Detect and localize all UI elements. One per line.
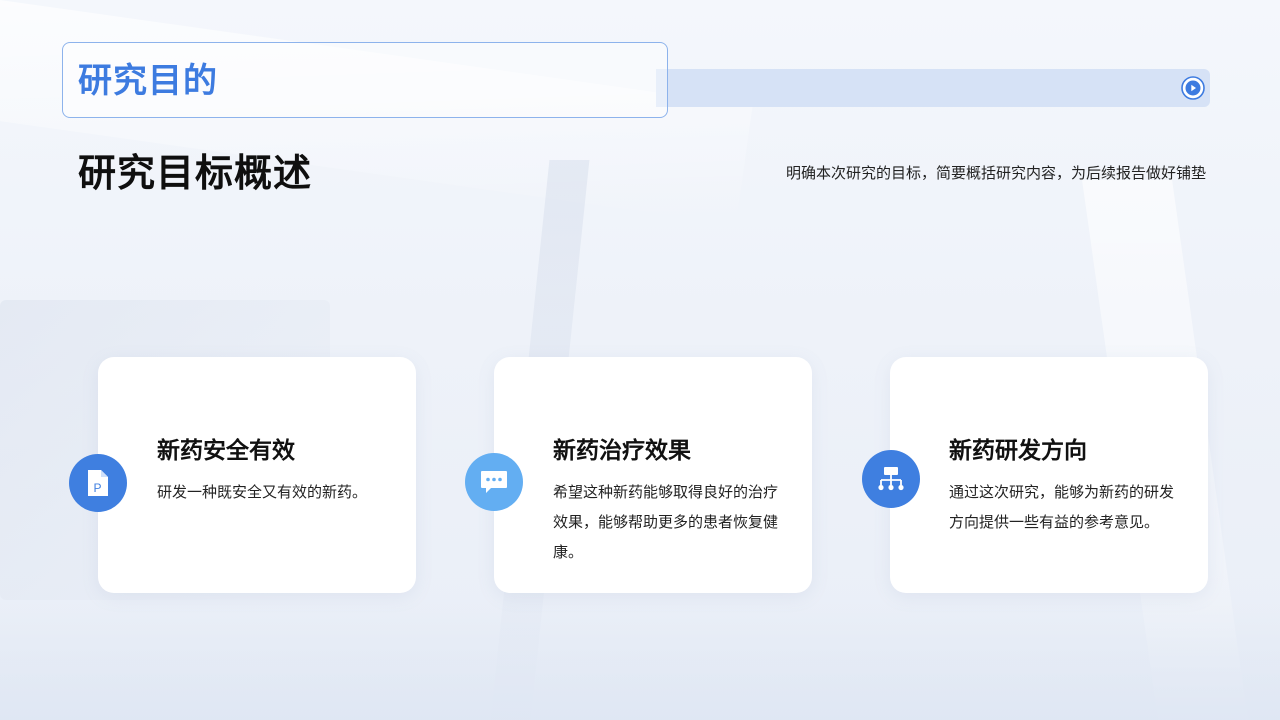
hierarchy-icon xyxy=(862,450,920,508)
objective-card-direction: 新药研发方向 通过这次研究，能够为新药的研发方向提供一些有益的参考意见。 xyxy=(890,357,1208,593)
objective-card-safety: 新药安全有效 研发一种既安全又有效的新药。 xyxy=(98,357,416,593)
card-title: 新药治疗效果 xyxy=(553,438,691,464)
play-circle-icon[interactable] xyxy=(1181,76,1205,100)
svg-text:P: P xyxy=(94,481,102,495)
card-description: 研发一种既安全又有效的新药。 xyxy=(157,483,368,501)
card-title: 新药研发方向 xyxy=(949,438,1087,464)
document-p-icon: P xyxy=(69,454,127,512)
chat-bubble-icon xyxy=(465,453,523,511)
summary-text: 明确本次研究的目标，简要概括研究内容，为后续报告做好铺垫 xyxy=(785,164,1206,182)
section-title: 研究目的 xyxy=(78,61,218,101)
page-heading: 研究目标概述 xyxy=(78,151,313,195)
background-floor xyxy=(0,600,1280,720)
card-description: 通过这次研究，能够为新药的研发方向提供一些有益的参考意见。 xyxy=(949,483,1175,531)
title-accent-bar xyxy=(656,69,1210,107)
card-description: 希望这种新药能够取得良好的治疗效果，能够帮助更多的患者恢复健康。 xyxy=(553,483,779,561)
slide: 研究目的 研究目标概述 明确本次研究的目标，简要概括研究内容，为后续报告做好铺垫… xyxy=(0,0,1280,720)
objective-card-efficacy: 新药治疗效果 希望这种新药能够取得良好的治疗效果，能够帮助更多的患者恢复健康。 xyxy=(494,357,812,593)
card-title: 新药安全有效 xyxy=(157,438,295,464)
